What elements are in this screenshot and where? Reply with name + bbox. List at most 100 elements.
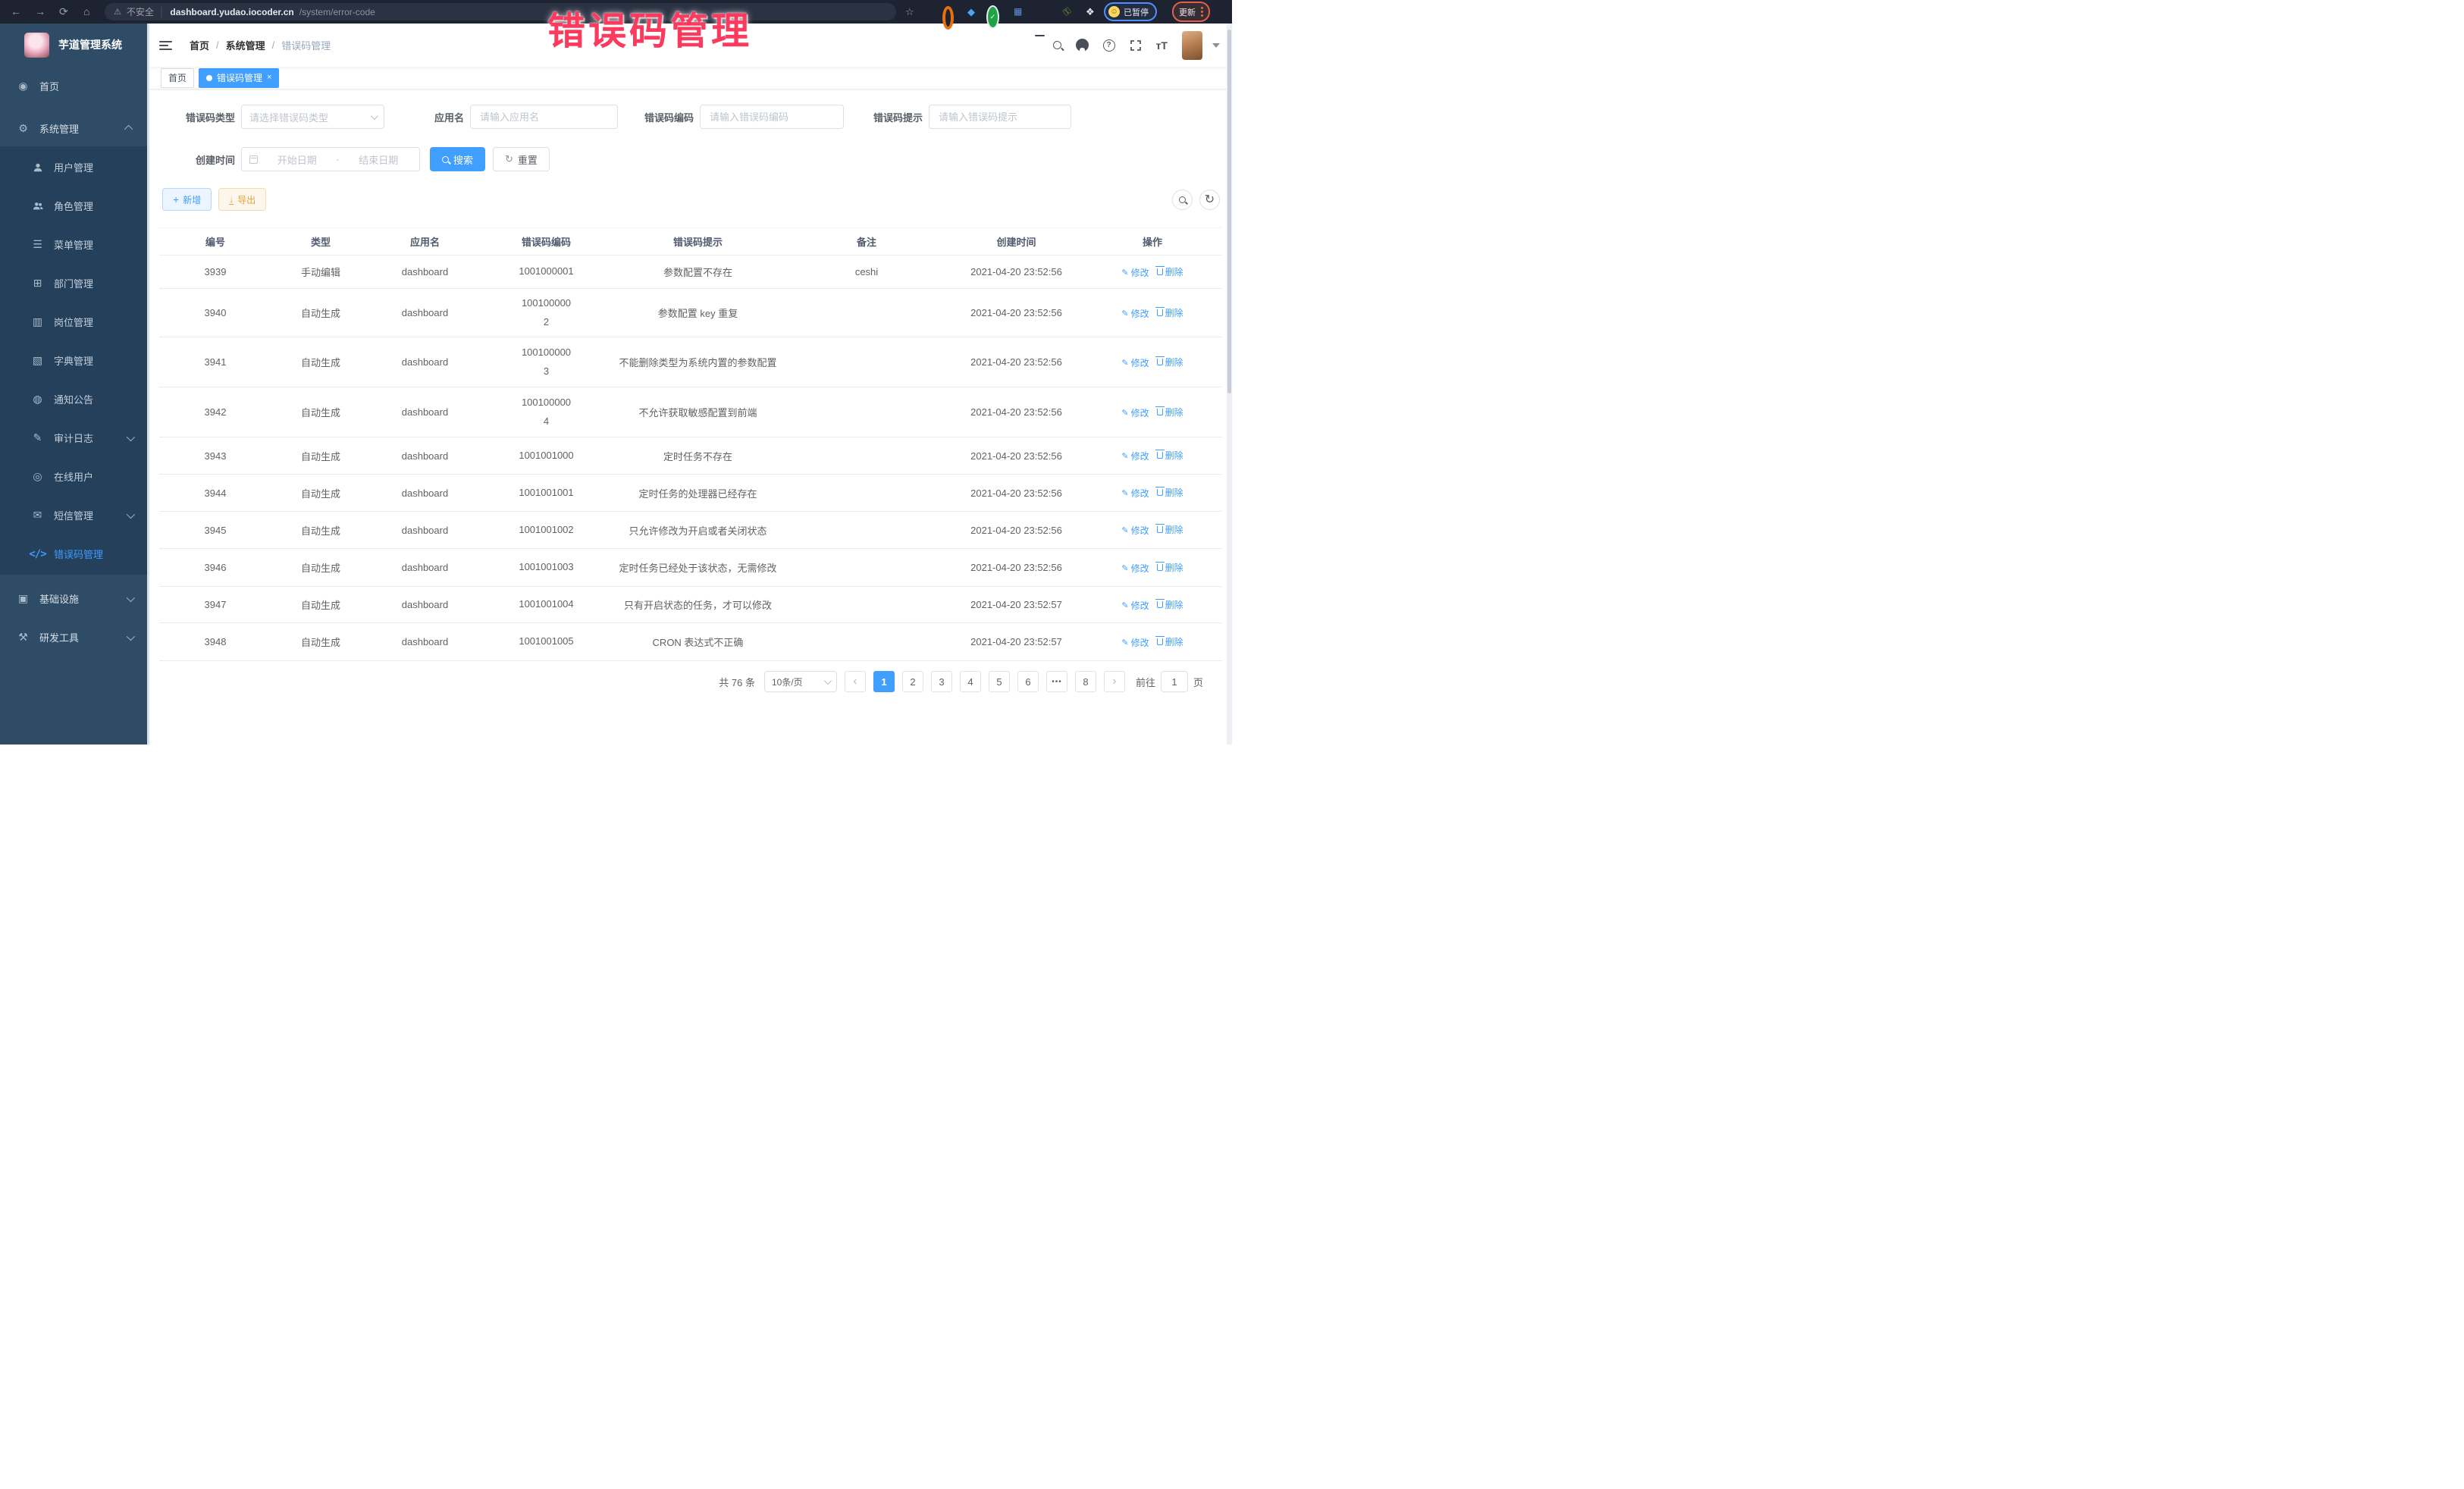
sidebar-item-menus[interactable]: ☰ 菜单管理 — [0, 225, 149, 264]
sidebar-item-audit-log[interactable]: ✎ 审计日志 — [0, 418, 149, 457]
edit-link[interactable]: ✎修改 — [1121, 636, 1149, 649]
delete-link[interactable]: 删除 — [1157, 486, 1183, 499]
sidebar-scrollbar[interactable] — [147, 24, 149, 744]
delete-link[interactable]: 删除 — [1157, 265, 1183, 278]
sidebar-item-announcements[interactable]: ◍ 通知公告 — [0, 380, 149, 418]
sidebar-item-home[interactable]: ◉ 首页 — [0, 67, 149, 104]
delete-link[interactable]: 删除 — [1157, 306, 1183, 319]
font-size-icon[interactable]: тT — [1156, 39, 1168, 52]
paused-extension-pill[interactable]: ☺ 已暂停 — [1104, 2, 1157, 21]
edit-link[interactable]: ✎修改 — [1121, 524, 1149, 537]
edit-link[interactable]: ✎修改 — [1121, 307, 1149, 320]
sidebar-item-dev-tools[interactable]: ⚒ 研发工具 — [0, 618, 149, 657]
delete-icon — [1157, 526, 1163, 533]
add-button-label: 新增 — [183, 193, 201, 206]
cell-type: 自动生成 — [271, 437, 370, 475]
sidebar-item-online-users[interactable]: ◎ 在线用户 — [0, 457, 149, 496]
extension-squares-icon[interactable]: ▦ — [1014, 0, 1022, 24]
export-button[interactable]: ↓ 导出 — [218, 188, 266, 211]
search-button[interactable]: 搜索 — [430, 147, 485, 171]
scrollbar-thumb[interactable] — [1227, 30, 1231, 393]
edit-link[interactable]: ✎修改 — [1121, 406, 1149, 419]
sidebar-item-infrastructure[interactable]: ▣ 基础设施 — [0, 579, 149, 618]
delete-link[interactable]: 删除 — [1157, 356, 1183, 368]
sidebar-item-system[interactable]: ⚙ 系统管理 — [0, 110, 149, 146]
app-logo-row[interactable]: 芋道管理系统 — [0, 24, 149, 58]
edit-link[interactable]: ✎修改 — [1121, 562, 1149, 575]
edit-link[interactable]: ✎修改 — [1121, 450, 1149, 462]
delete-link[interactable]: 删除 — [1157, 561, 1183, 574]
show-search-toggle-button[interactable] — [1172, 190, 1193, 210]
help-question-icon[interactable]: ? — [1103, 39, 1115, 52]
edit-link[interactable]: ✎修改 — [1121, 487, 1149, 500]
more-pages-button[interactable]: ••• — [1046, 671, 1067, 692]
table-row: 3946 自动生成 dashboard 1001001003 定时任务已经处于该… — [159, 549, 1222, 587]
delete-link[interactable]: 删除 — [1157, 523, 1183, 536]
page-scrollbar[interactable] — [1227, 24, 1232, 744]
page-button-4[interactable]: 4 — [960, 671, 981, 692]
page-button-3[interactable]: 3 — [931, 671, 952, 692]
page-button-6[interactable]: 6 — [1017, 671, 1039, 692]
date-range-picker[interactable]: 开始日期 - 结束日期 — [241, 147, 420, 171]
cell-id: 3948 — [159, 623, 271, 661]
avatar-caret-down-icon[interactable] — [1212, 43, 1220, 48]
extension-green-check-icon[interactable]: ✓ — [986, 5, 999, 29]
extension-orange-icon[interactable] — [942, 6, 954, 30]
error-code-input[interactable] — [700, 105, 844, 129]
error-hint-input[interactable] — [929, 105, 1071, 129]
extension-gem-icon[interactable]: ◆ — [967, 0, 975, 24]
sidebar-item-error-code[interactable]: </> 错误码管理 — [0, 534, 149, 573]
page-button-1[interactable]: 1 — [873, 671, 895, 692]
address-bar[interactable]: ⚠ 不安全 │ dashboard.yudao.iocoder.cn/syste… — [105, 3, 896, 20]
not-secure-warning-icon: ⚠ — [114, 7, 121, 17]
browser-reload-icon[interactable]: ⟳ — [59, 0, 68, 24]
sidebar-item-departments[interactable]: ⊞ 部门管理 — [0, 264, 149, 303]
extension-key-icon[interactable]: ⚿ — [1058, 0, 1077, 24]
sidebar-item-sms[interactable]: ✉ 短信管理 — [0, 496, 149, 534]
extensions-puzzle-icon[interactable]: ❖ — [1086, 0, 1095, 24]
prev-page-button[interactable]: ‹ — [845, 671, 866, 692]
browser-back-icon[interactable]: ← — [11, 0, 21, 24]
create-time-label: 创建时间 — [159, 152, 235, 167]
page-button-8[interactable]: 8 — [1075, 671, 1096, 692]
refresh-table-button[interactable]: ↻ — [1199, 190, 1220, 210]
reset-button[interactable]: ↻ 重置 — [493, 147, 550, 171]
next-page-button[interactable]: › — [1104, 671, 1125, 692]
error-type-select[interactable]: 请选择错误码类型 — [241, 105, 384, 129]
edit-link[interactable]: ✎修改 — [1121, 266, 1149, 279]
github-icon[interactable] — [1076, 39, 1089, 52]
user-avatar[interactable] — [1182, 31, 1202, 60]
extension-list-icon[interactable]: on — [1036, 8, 1049, 31]
page-size-select[interactable]: 10条/页 — [764, 671, 837, 692]
breadcrumb-system[interactable]: 系统管理 — [226, 38, 265, 52]
page-button-5[interactable]: 5 — [989, 671, 1010, 692]
delete-link[interactable]: 删除 — [1157, 406, 1183, 418]
breadcrumb-home[interactable]: 首页 — [190, 38, 209, 52]
delete-link[interactable]: 删除 — [1157, 449, 1183, 462]
browser-forward-icon[interactable]: → — [35, 0, 45, 24]
sidebar-item-posts[interactable]: ▥ 岗位管理 — [0, 303, 149, 341]
tab-error-code[interactable]: 错误码管理 × — [199, 68, 279, 88]
delete-link[interactable]: 删除 — [1157, 635, 1183, 648]
edit-link[interactable]: ✎修改 — [1121, 356, 1149, 369]
sidebar-item-roles[interactable]: 角色管理 — [0, 187, 149, 225]
edit-link[interactable]: ✎修改 — [1121, 599, 1149, 612]
browser-update-button[interactable]: 更新 — [1172, 2, 1210, 22]
add-button[interactable]: + 新增 — [162, 188, 212, 211]
browser-menu-icon[interactable] — [1201, 7, 1203, 17]
sidebar-item-users[interactable]: 用户管理 — [0, 148, 149, 187]
bookmark-star-icon[interactable]: ☆ — [905, 0, 914, 24]
goto-page-input[interactable] — [1161, 671, 1188, 692]
edit-icon: ✎ — [1121, 638, 1128, 647]
browser-home-icon[interactable]: ⌂ — [83, 0, 89, 24]
tab-home[interactable]: 首页 — [161, 68, 194, 88]
fullscreen-icon[interactable] — [1130, 39, 1142, 52]
delete-link[interactable]: 删除 — [1157, 598, 1183, 611]
sidebar-item-dictionary[interactable]: ▧ 字典管理 — [0, 341, 149, 380]
pagination: 共 76 条 10条/页 ‹ 1 2 3 4 5 6 ••• 8 › 前往 页 — [159, 671, 1203, 692]
search-icon[interactable] — [1053, 41, 1061, 49]
hamburger-icon[interactable] — [159, 41, 172, 50]
close-tab-icon[interactable]: × — [267, 74, 271, 82]
app-name-input[interactable] — [470, 105, 618, 129]
page-button-2[interactable]: 2 — [902, 671, 923, 692]
